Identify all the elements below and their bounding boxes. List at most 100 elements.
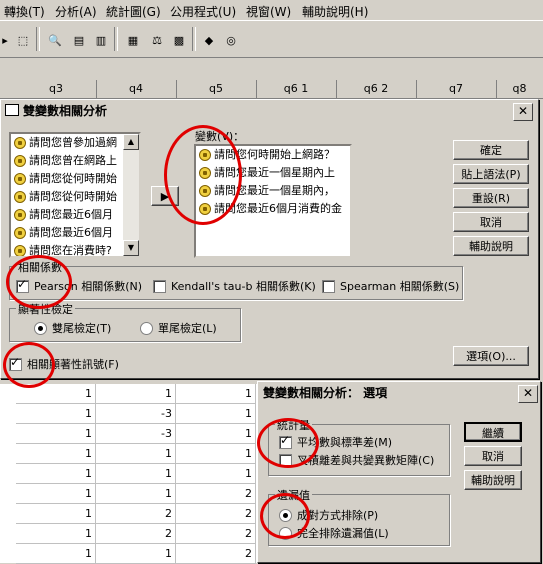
table-cell[interactable]: 2: [176, 484, 256, 504]
table-cell[interactable]: 2: [96, 524, 176, 544]
cancel-button[interactable]: 取消: [464, 446, 522, 466]
significance-test-group: 顯著性檢定 雙尾檢定(T) 單尾檢定(L): [9, 301, 241, 342]
scroll-up-icon[interactable]: ▲: [123, 134, 139, 150]
bivariate-correlations-dialog: 雙變數相關分析 ✕ 請問您曾參加過網 請問您曾在網路上 請問您從何時開始 請問您…: [0, 99, 539, 379]
column-header[interactable]: q8: [496, 80, 543, 98]
list-item[interactable]: 請問您從何時開始: [11, 188, 139, 206]
table-cell[interactable]: -3: [96, 404, 176, 424]
weight-cases-icon[interactable]: ⚖: [146, 29, 168, 51]
scale-variable-icon: [14, 245, 26, 256]
use-sets-icon[interactable]: ◎: [220, 29, 242, 51]
table-cell[interactable]: 1: [176, 444, 256, 464]
correlation-coefficients-group: 相關係數 Pearson 相關係數(N) Kendall's tau-b 相關係…: [9, 259, 463, 300]
annotation-circle: [3, 342, 55, 388]
annotation-circle: [6, 255, 72, 309]
options-button[interactable]: 選項(O)...: [453, 346, 529, 366]
annotation-circle: [257, 418, 319, 468]
menu-utilities[interactable]: 公用程式(U): [170, 3, 236, 20]
help-button[interactable]: 輔助說明: [464, 470, 522, 490]
checkbox-icon: [153, 279, 166, 293]
grid-column-header: q3 q4 q5 q6 1 q6 2 q7 q8: [0, 80, 543, 99]
list-item[interactable]: 請問您曾在網路上: [11, 152, 139, 170]
list-item[interactable]: 請問您從何時開始: [11, 170, 139, 188]
window-icon: [5, 104, 19, 116]
table-cell[interactable]: 2: [96, 504, 176, 524]
split-file-icon[interactable]: ▦: [122, 29, 144, 51]
table-cell[interactable]: 1: [96, 444, 176, 464]
column-header[interactable]: q6 1: [256, 80, 337, 98]
close-button[interactable]: ✕: [518, 385, 538, 403]
annotation-circle: [164, 125, 242, 225]
table-cell[interactable]: 2: [176, 504, 256, 524]
menu-window[interactable]: 視窗(W): [246, 3, 291, 20]
table-cell[interactable]: 1: [16, 544, 96, 564]
one-tailed-radio[interactable]: 單尾檢定(L): [140, 320, 217, 336]
checkbox-icon: [322, 279, 335, 293]
column-header[interactable]: q7: [416, 80, 497, 98]
scale-variable-icon: [14, 173, 26, 185]
continue-button[interactable]: 繼續: [464, 422, 522, 442]
table-cell[interactable]: 1: [176, 384, 256, 404]
column-header[interactable]: q4: [96, 80, 177, 98]
column-header[interactable]: q3: [16, 80, 97, 98]
insert-variable-icon[interactable]: ▥: [90, 29, 112, 51]
menu-graphs[interactable]: 統計圖(G): [106, 3, 161, 20]
table-cell[interactable]: 1: [16, 484, 96, 504]
table-cell[interactable]: 1: [96, 484, 176, 504]
insert-case-icon[interactable]: ▤: [68, 29, 90, 51]
column-header[interactable]: q5: [176, 80, 257, 98]
table-cell[interactable]: 1: [176, 424, 256, 444]
goto-case-icon[interactable]: ⬚: [12, 29, 34, 51]
scale-variable-icon: [14, 209, 26, 221]
menu-analyze[interactable]: 分析(A): [55, 3, 97, 20]
table-cell[interactable]: 1: [96, 384, 176, 404]
table-cell[interactable]: 1: [16, 404, 96, 424]
scale-variable-icon: [14, 191, 26, 203]
paste-button[interactable]: 貼上語法(P): [453, 164, 529, 184]
table-cell[interactable]: 1: [16, 524, 96, 544]
table-cell[interactable]: 2: [176, 544, 256, 564]
toolbar: ▸ ⬚ 🔍 ▤ ▥ ▦ ⚖ ▩ ◆ ◎: [0, 20, 543, 58]
scale-variable-icon: [14, 155, 26, 167]
close-button[interactable]: ✕: [513, 103, 533, 121]
reset-button[interactable]: 重設(R): [453, 188, 529, 208]
table-cell[interactable]: 1: [16, 504, 96, 524]
table-cell[interactable]: 1: [16, 464, 96, 484]
table-cell[interactable]: -3: [96, 424, 176, 444]
radio-checked-icon: [34, 321, 47, 335]
menu-help[interactable]: 輔助說明(H): [302, 3, 368, 20]
spearman-checkbox[interactable]: Spearman 相關係數(S): [322, 278, 459, 294]
options-dialog: 雙變數相關分析： 選項 ✕ 統計量 平均數與標準差(M) 叉積離差與共變異數矩陣…: [257, 381, 541, 563]
select-cases-icon[interactable]: ▩: [168, 29, 190, 51]
scroll-down-icon[interactable]: ▼: [123, 240, 139, 256]
find-icon[interactable]: 🔍: [44, 29, 66, 51]
table-cell[interactable]: 1: [176, 464, 256, 484]
menu-transform[interactable]: 轉換(T): [4, 3, 45, 20]
dialog-titlebar: 雙變數相關分析: [3, 102, 536, 120]
kendall-checkbox[interactable]: Kendall's tau-b 相關係數(K): [153, 278, 316, 294]
data-grid: 1 1 1 1 -3 1 1 -3 1 1 1 1 1 1 1 1 1 2 1 2 2 1 2 2 1 1 2: [0, 384, 260, 564]
table-cell[interactable]: 1: [96, 464, 176, 484]
table-cell[interactable]: 1: [16, 444, 96, 464]
annotation-circle: [260, 493, 310, 539]
source-variable-list[interactable]: 請問您曾參加過網 請問您曾在網路上 請問您從何時開始 請問您從何時開始 請問您最…: [9, 132, 141, 258]
table-cell[interactable]: 2: [176, 524, 256, 544]
vertical-scrollbar[interactable]: ▲ ▼: [123, 134, 139, 256]
table-cell[interactable]: 1: [16, 424, 96, 444]
table-cell[interactable]: 1: [96, 544, 176, 564]
list-item[interactable]: 請問您最近6個月: [11, 224, 139, 242]
ok-button[interactable]: 確定: [453, 140, 529, 160]
two-tailed-radio[interactable]: 雙尾檢定(T): [34, 320, 111, 336]
value-labels-icon[interactable]: ◆: [198, 29, 220, 51]
column-header[interactable]: q6 2: [336, 80, 417, 98]
scale-variable-icon: [14, 137, 26, 149]
cancel-button[interactable]: 取消: [453, 212, 529, 232]
list-item[interactable]: 請問您最近6個月: [11, 206, 139, 224]
table-cell[interactable]: 1: [176, 404, 256, 424]
options-title: 雙變數相關分析： 選項: [260, 384, 538, 402]
help-button[interactable]: 輔助說明: [453, 236, 529, 256]
radio-icon: [140, 321, 153, 335]
list-item[interactable]: 請問您曾參加過網: [11, 134, 139, 152]
menu-bar: 轉換(T) 分析(A) 統計圖(G) 公用程式(U) 視窗(W) 輔助說明(H): [0, 0, 543, 20]
dialog-title: 雙變數相關分析: [23, 104, 108, 118]
